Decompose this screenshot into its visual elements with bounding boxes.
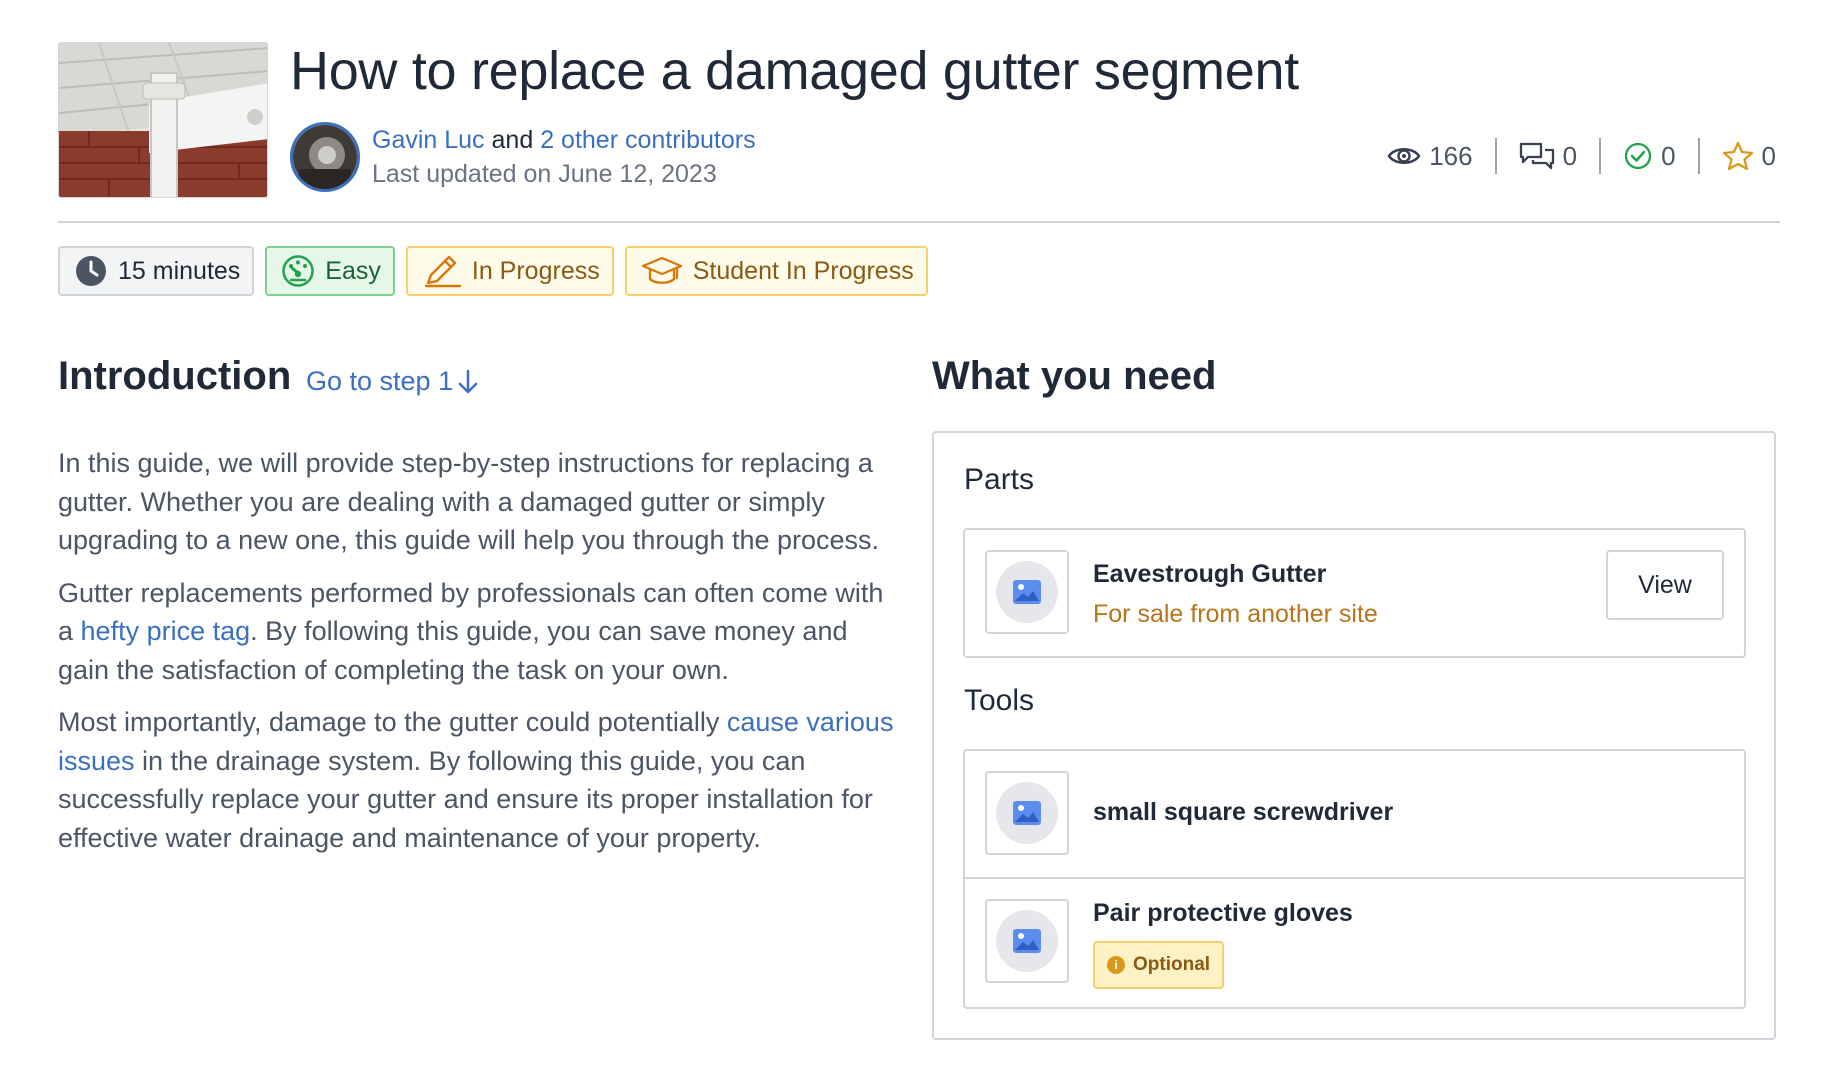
what-you-need-heading: What you need [932, 354, 1217, 398]
gauge-icon [282, 255, 315, 287]
time-badge: 15 minutes [58, 246, 255, 296]
introduction-heading: Introduction [58, 354, 292, 398]
author-type-badge[interactable]: Student In Progress [624, 246, 928, 296]
difficulty-badge[interactable]: Easy [265, 246, 395, 296]
contributors-link[interactable]: 2 other contributors [540, 126, 755, 154]
header-divider [58, 221, 1780, 223]
comments-stat[interactable]: 0 [1497, 141, 1599, 172]
graduation-cap-icon [641, 256, 682, 284]
part-source: For sale from another site [1093, 600, 1378, 628]
comments-count: 0 [1562, 140, 1578, 171]
go-to-step-link[interactable]: Go to step 1 [306, 366, 479, 397]
intro-paragraph-3: Most importantly, damage to the gutter c… [58, 703, 898, 857]
pencil-icon [424, 255, 462, 288]
part-name[interactable]: Eavestrough Gutter [1093, 560, 1326, 589]
status-badge[interactable]: In Progress [405, 246, 614, 296]
tool-image [985, 771, 1069, 855]
intro-p3-text: Most importantly, damage to the gutter c… [58, 707, 727, 737]
author-type-badge-label: Student In Progress [692, 256, 914, 285]
tool-name[interactable]: Pair protective gloves [1093, 899, 1353, 928]
tools-list: small square screwdriver Pair protective… [963, 749, 1746, 1009]
status-badge-label: In Progress [471, 256, 600, 285]
completed-count: 0 [1661, 140, 1676, 171]
guide-stats: 166 0 0 0 [1365, 138, 1776, 174]
star-icon [1722, 141, 1753, 171]
views-stat: 166 [1365, 141, 1494, 172]
favorites-stat[interactable]: 0 [1700, 141, 1776, 172]
author-link[interactable]: Gavin Luc [372, 126, 485, 154]
image-placeholder-icon [1013, 929, 1041, 953]
info-icon: i [1107, 956, 1125, 974]
check-circle-icon [1624, 142, 1652, 170]
guide-title: How to replace a damaged gutter segment [290, 41, 1299, 101]
parts-heading: Parts [964, 463, 1035, 496]
author-avatar[interactable] [290, 122, 360, 192]
comments-icon [1519, 142, 1554, 170]
part-image [985, 550, 1069, 634]
tool-item[interactable]: Pair protective gloves i Optional [965, 877, 1744, 1007]
views-count: 166 [1429, 140, 1473, 171]
optional-badge: i Optional [1093, 941, 1225, 989]
view-part-button[interactable]: View [1606, 550, 1724, 620]
image-placeholder-icon [1013, 801, 1041, 825]
tool-name[interactable]: small square screwdriver [1093, 798, 1393, 827]
eye-icon [1387, 148, 1421, 164]
last-updated: Last updated on June 12, 2023 [372, 160, 717, 188]
intro-p3-text: in the drainage system. By following thi… [58, 745, 873, 853]
optional-badge-label: Optional [1133, 954, 1211, 975]
intro-paragraph-1: In this guide, we will provide step-by-s… [58, 448, 880, 555]
guide-badges: 15 minutes Easy In Progress Student In P… [58, 246, 928, 296]
difficulty-badge-label: Easy [325, 256, 381, 285]
go-to-step-label: Go to step 1 [306, 366, 454, 396]
hefty-price-tag-link[interactable]: hefty price tag [81, 616, 251, 646]
guide-thumbnail[interactable] [58, 42, 268, 198]
tools-heading: Tools [964, 684, 1035, 717]
image-placeholder-icon [1013, 580, 1041, 604]
parts-list: Eavestrough Gutter For sale from another… [963, 528, 1746, 658]
byline: Gavin Luc and 2 other contributors [372, 126, 756, 155]
tool-image [985, 899, 1069, 983]
tool-item[interactable]: small square screwdriver [965, 751, 1744, 877]
arrow-down-icon [458, 369, 478, 393]
avatar-image [293, 125, 357, 189]
completed-stat[interactable]: 0 [1601, 141, 1697, 172]
intro-paragraph-2: Gutter replacements performed by profess… [58, 574, 898, 690]
favorites-count: 0 [1761, 140, 1776, 171]
byline-and: and [491, 126, 534, 154]
gutter-photo [59, 43, 267, 197]
part-item[interactable]: Eavestrough Gutter For sale from another… [965, 530, 1744, 656]
what-you-need-panel: Parts Eavestrough Gutter For sale from a… [932, 431, 1776, 1040]
time-badge-label: 15 minutes [118, 256, 241, 285]
introduction-body: In this guide, we will provide step-by-s… [58, 444, 898, 871]
clock-icon [76, 256, 106, 286]
